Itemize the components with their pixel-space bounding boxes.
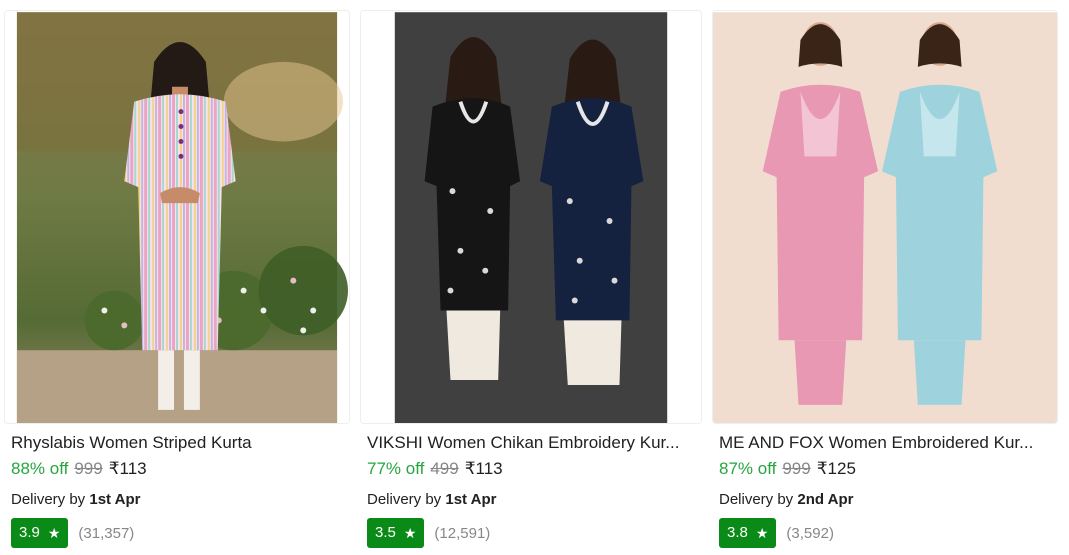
- kurta-striped-photo: [16, 12, 349, 423]
- delivery-info: Delivery by 1st Apr: [360, 490, 702, 510]
- product-grid: Rhyslabis Women Striped Kurta 88% off 99…: [4, 10, 1058, 548]
- delivery-prefix: Delivery by: [367, 491, 442, 508]
- rating-row: 3.9 ★ (31,357): [4, 518, 350, 548]
- rating-badge: 3.5 ★: [367, 518, 425, 548]
- price-row: 87% off 999 ₹125: [712, 458, 1058, 480]
- price-row: 77% off 499 ₹113: [360, 458, 702, 480]
- delivery-prefix: Delivery by: [719, 491, 794, 508]
- delivery-date: 1st Apr: [445, 491, 497, 508]
- product-card[interactable]: ME AND FOX Women Embroidered Kur... 87% …: [712, 10, 1058, 548]
- rating-badge: 3.8 ★: [719, 518, 777, 548]
- rating-count: (12,591): [434, 524, 491, 542]
- product-image[interactable]: [360, 10, 702, 424]
- delivery-prefix: Delivery by: [11, 491, 86, 508]
- kurta-chikan-photo: [361, 12, 701, 423]
- product-card[interactable]: VIKSHI Women Chikan Embroidery Kur... 77…: [360, 10, 702, 548]
- rating-count: (31,357): [78, 524, 135, 542]
- delivery-info: Delivery by 1st Apr: [4, 490, 350, 510]
- original-price: 999: [74, 459, 103, 478]
- delivery-info: Delivery by 2nd Apr: [712, 490, 1058, 510]
- original-price: 999: [782, 459, 811, 478]
- discount-label: 87% off: [719, 459, 777, 478]
- star-icon: ★: [403, 525, 417, 541]
- rating-value: 3.9: [19, 524, 40, 541]
- price-row: 88% off 999 ₹113: [4, 458, 350, 480]
- star-icon: ★: [755, 525, 769, 541]
- product-card[interactable]: Rhyslabis Women Striped Kurta 88% off 99…: [4, 10, 350, 548]
- sale-price: ₹113: [464, 459, 503, 478]
- delivery-date: 2nd Apr: [797, 491, 854, 508]
- product-title[interactable]: VIKSHI Women Chikan Embroidery Kur...: [360, 432, 702, 454]
- rating-count: (3,592): [786, 524, 834, 542]
- rating-badge: 3.9 ★: [11, 518, 69, 548]
- rating-row: 3.8 ★ (3,592): [712, 518, 1058, 548]
- product-image[interactable]: [712, 10, 1058, 424]
- rating-value: 3.5: [375, 524, 396, 541]
- discount-label: 77% off: [367, 459, 425, 478]
- kurta-embroidered-photo: [713, 12, 1057, 423]
- sale-price: ₹125: [816, 459, 856, 478]
- delivery-date: 1st Apr: [89, 491, 141, 508]
- product-image[interactable]: [4, 10, 350, 424]
- sale-price: ₹113: [108, 459, 147, 478]
- original-price: 499: [430, 459, 459, 478]
- discount-label: 88% off: [11, 459, 69, 478]
- star-icon: ★: [47, 525, 61, 541]
- rating-value: 3.8: [727, 524, 748, 541]
- product-title[interactable]: ME AND FOX Women Embroidered Kur...: [712, 432, 1058, 454]
- product-title[interactable]: Rhyslabis Women Striped Kurta: [4, 432, 350, 454]
- rating-row: 3.5 ★ (12,591): [360, 518, 702, 548]
